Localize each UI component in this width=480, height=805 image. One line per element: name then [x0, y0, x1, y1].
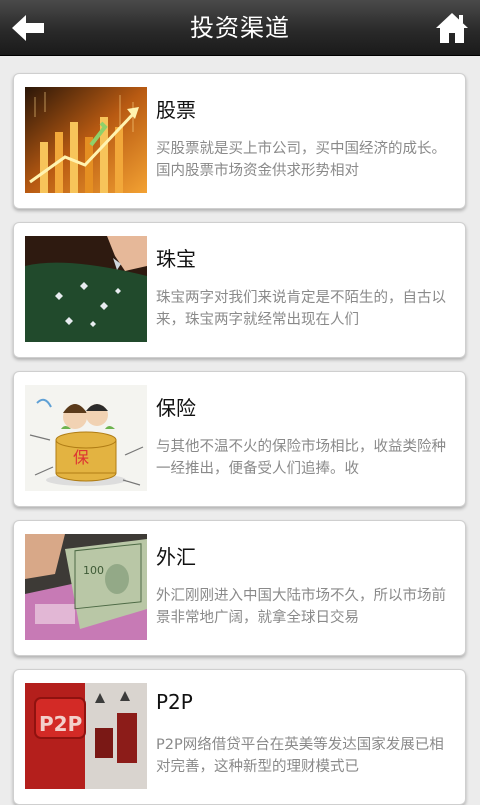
- svg-text:保: 保: [73, 448, 89, 467]
- list-item-jewelry[interactable]: 珠宝 珠宝两字对我们来说肯定是不陌生的，自古以来，珠宝两字就经常出现在人们: [13, 222, 466, 358]
- page-title: 投资渠道: [190, 14, 290, 42]
- home-icon: [436, 13, 468, 43]
- item-title: P2P: [156, 690, 193, 714]
- svg-text:100: 100: [83, 564, 104, 577]
- list-item-forex[interactable]: 100 外汇 外汇刚刚进入中国大陆市场不久，所以市场前景非常地广阔，就拿全球日交…: [13, 520, 466, 656]
- list-item-insurance[interactable]: 保 保险 与其他不温不火的保险市场相比，收益类险种一经推出，便备受人们追捧。收: [13, 371, 466, 507]
- item-title: 股票: [156, 98, 196, 122]
- channel-list: 股票 买股票就是买上市公司，买中国经济的成长。国内股票市场资金供求形势相对 珠宝…: [0, 56, 480, 805]
- list-item-stocks[interactable]: 股票 买股票就是买上市公司，买中国经济的成长。国内股票市场资金供求形势相对: [13, 73, 466, 209]
- list-item-p2p[interactable]: P2P P2P P2P网络借贷平台在英美等发达国家发展已相对完善，这种新型的理财…: [13, 669, 466, 805]
- item-description: 外汇刚刚进入中国大陆市场不久，所以市场前景非常地广阔，就拿全球日交易: [156, 588, 446, 626]
- home-button[interactable]: [434, 10, 470, 46]
- stock-chart-image: [25, 87, 147, 193]
- item-title: 外汇: [156, 545, 196, 569]
- insurance-image: 保: [25, 385, 147, 491]
- item-description: 珠宝两字对我们来说肯定是不陌生的，自古以来，珠宝两字就经常出现在人们: [156, 290, 446, 328]
- item-title: 珠宝: [156, 247, 196, 271]
- svg-text:P2P: P2P: [39, 712, 82, 736]
- item-description: P2P网络借贷平台在英美等发达国家发展已相对完善，这种新型的理财模式已: [156, 737, 444, 775]
- p2p-image: P2P: [25, 683, 147, 789]
- item-description: 与其他不温不火的保险市场相比，收益类险种一经推出，便备受人们追捧。收: [156, 439, 446, 477]
- forex-banknotes-image: 100: [25, 534, 147, 640]
- top-bar: 投资渠道: [0, 0, 480, 56]
- jewelry-image: [25, 236, 147, 342]
- item-title: 保险: [156, 396, 196, 420]
- item-description: 买股票就是买上市公司，买中国经济的成长。国内股票市场资金供求形势相对: [156, 141, 446, 179]
